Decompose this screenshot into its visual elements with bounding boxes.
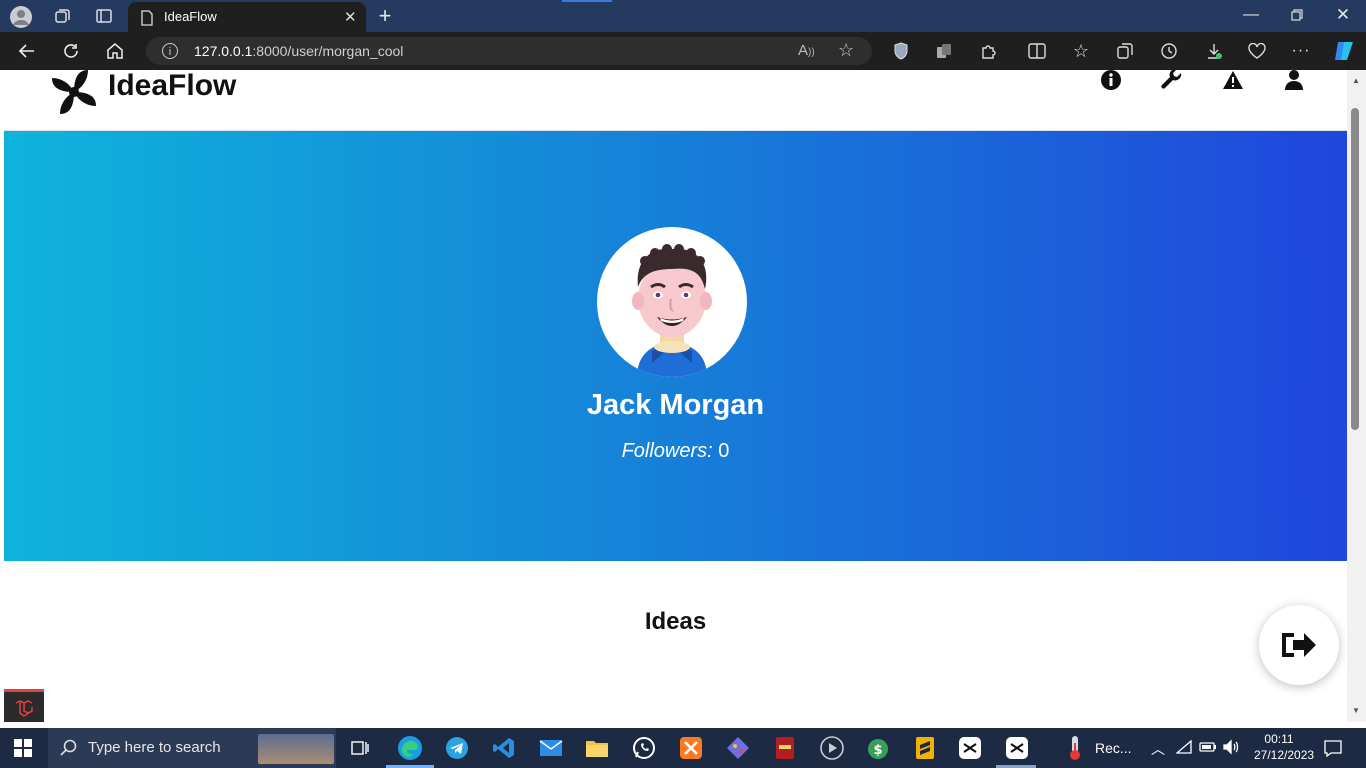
tab-ideaflow[interactable]: IdeaFlow ✕ (128, 2, 366, 32)
xampp-app-icon[interactable] (676, 733, 706, 763)
followers-label: Followers: (621, 440, 713, 462)
profile-avatar-icon[interactable] (8, 4, 34, 30)
media-player-icon[interactable] (817, 733, 847, 763)
scroll-up-icon[interactable]: ▲ (1352, 76, 1360, 85)
extension-copy-icon[interactable] (933, 40, 955, 62)
back-icon[interactable] (16, 40, 38, 62)
browser-title-bar: IdeaFlow ✕ + — ✕ (0, 0, 1366, 32)
clock-date: 27/12/2023 (1254, 748, 1315, 762)
scrollbar-thumb[interactable] (1351, 108, 1359, 430)
profile-hero-banner: Jack Morgan Followers: 0 (4, 131, 1347, 561)
laravel-icon (15, 699, 33, 717)
tab-actions-icon[interactable] (92, 6, 116, 26)
app-header: IdeaFlow (4, 70, 1347, 131)
close-tab-icon[interactable]: ✕ (344, 8, 357, 26)
extensions-puzzle-icon[interactable] (978, 40, 1000, 62)
followers-count: 0 (718, 440, 730, 462)
read-aloud-icon[interactable]: A)) (798, 42, 815, 59)
performance-heart-icon[interactable] (1246, 40, 1268, 62)
git-app-icon[interactable] (723, 733, 753, 763)
bible-app-icon[interactable] (770, 733, 800, 763)
search-icon (60, 739, 77, 756)
battery-icon[interactable] (1199, 740, 1217, 759)
refresh-icon[interactable] (60, 40, 82, 62)
new-tab-icon[interactable]: + (374, 3, 396, 28)
wrench-icon[interactable] (1158, 70, 1186, 94)
favorites-icon[interactable]: ☆ (1070, 40, 1092, 62)
collections-icon[interactable] (50, 6, 74, 26)
whatsapp-app-icon[interactable] (629, 733, 659, 763)
search-highlight-image (258, 734, 334, 764)
windows-start-icon[interactable] (14, 739, 32, 757)
system-clock[interactable]: 00:11 27/12/2023 (1254, 731, 1315, 763)
ideas-heading: Ideas (644, 608, 707, 635)
mail-app-icon[interactable] (536, 733, 566, 763)
url-text[interactable]: 127.0.0.1:8000/user/morgan_cool (194, 43, 403, 59)
url-path: :8000/user/morgan_cool (252, 43, 404, 59)
address-bar[interactable]: i 127.0.0.1:8000/user/morgan_cool A)) ☆ (146, 37, 872, 65)
page-icon (141, 10, 153, 26)
brand-name[interactable]: IdeaFlow (108, 70, 236, 103)
restore-icon[interactable] (1286, 4, 1308, 26)
split-screen-icon[interactable] (1026, 40, 1048, 62)
collections-toolbar-icon[interactable] (1114, 40, 1136, 62)
scroll-down-icon[interactable]: ▼ (1352, 706, 1360, 715)
followers-stat: Followers: 0 (4, 440, 1347, 463)
volume-icon[interactable] (1222, 739, 1240, 760)
pinwheel-logo-icon[interactable] (48, 70, 100, 118)
page-viewport: IdeaFlow Jack Morgan Followers: 0 Ideas (4, 70, 1347, 722)
url-host: 127.0.0.1 (194, 43, 253, 59)
windows-taskbar: Type here to search $ Rec... ︿ 00:11 27/… (0, 728, 1366, 768)
vscode-app-icon[interactable] (489, 733, 519, 763)
capcut-app-icon[interactable] (955, 733, 985, 763)
telegram-app-icon[interactable] (442, 733, 472, 763)
laravel-debug-badge[interactable] (4, 689, 44, 722)
show-hidden-icons-icon[interactable]: ︿ (1151, 739, 1165, 759)
edge-app-icon[interactable] (395, 733, 425, 763)
window-indicator (562, 0, 612, 2)
shield-icon[interactable] (890, 40, 912, 62)
info-icon[interactable] (1097, 70, 1125, 94)
task-view-icon[interactable] (345, 733, 375, 763)
finance-app-icon[interactable]: $ (863, 733, 893, 763)
taskbar-search-box[interactable]: Type here to search (48, 728, 336, 768)
minimize-icon[interactable]: — (1240, 4, 1262, 26)
file-explorer-icon[interactable] (582, 733, 612, 763)
notifications-icon[interactable] (1324, 739, 1342, 762)
avatar (597, 227, 747, 377)
svg-text:$: $ (873, 743, 882, 758)
tab-title: IdeaFlow (164, 9, 217, 24)
downloads-icon[interactable] (1203, 40, 1225, 62)
home-icon[interactable] (104, 40, 126, 62)
capcut-app-icon-2[interactable] (1002, 733, 1032, 763)
history-icon[interactable] (1158, 40, 1180, 62)
user-icon[interactable] (1280, 70, 1308, 94)
more-menu-icon[interactable]: ··· (1290, 40, 1312, 62)
sign-out-icon (1282, 633, 1316, 657)
copilot-icon[interactable] (1331, 38, 1357, 64)
close-window-icon[interactable]: ✕ (1332, 4, 1354, 26)
recorder-app-label: Rec... (1095, 740, 1132, 756)
page-scrollbar[interactable]: ▲ ▼ (1347, 70, 1366, 722)
recorder-app-icon[interactable] (1060, 733, 1090, 763)
logout-button[interactable] (1259, 605, 1339, 685)
warning-icon[interactable] (1219, 70, 1247, 94)
network-wifi-icon[interactable] (1175, 739, 1192, 759)
clock-time: 00:11 (1264, 732, 1294, 746)
profile-name: Jack Morgan (586, 389, 765, 421)
favorite-star-icon[interactable]: ☆ (838, 40, 854, 61)
site-info-icon[interactable]: i (162, 43, 178, 59)
sublime-app-icon[interactable] (910, 733, 940, 763)
search-placeholder: Type here to search (88, 739, 221, 756)
